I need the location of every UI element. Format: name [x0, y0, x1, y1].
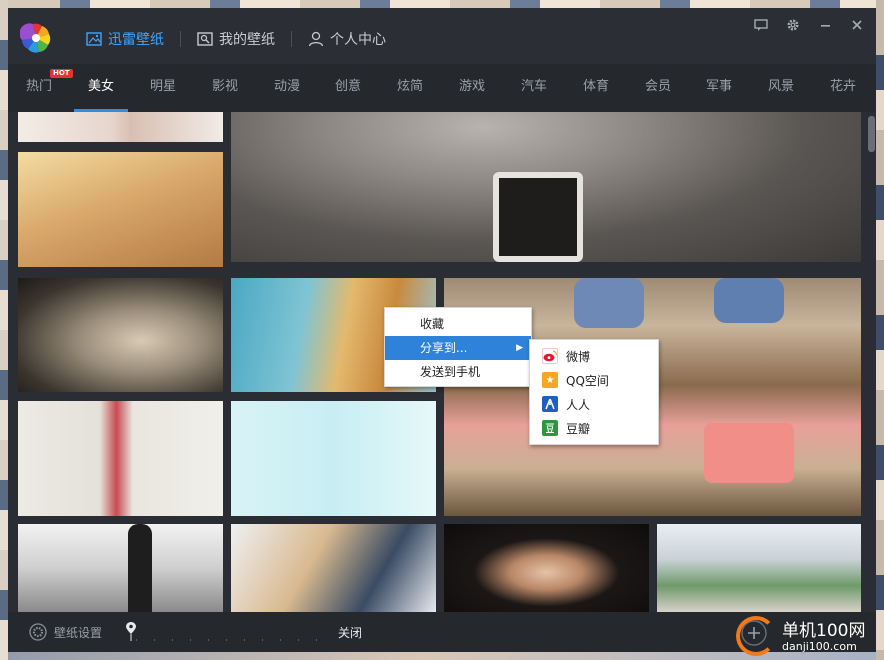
nav-personal-center[interactable]: 个人中心 [308, 29, 386, 49]
vase-shape [714, 278, 784, 323]
wallpaper-thumbnail-featured[interactable] [231, 112, 861, 262]
tab-label: 美女 [87, 79, 114, 94]
weibo-icon [542, 348, 558, 364]
nav-xunlei-wallpaper[interactable]: 迅雷壁纸 [86, 29, 164, 49]
wallpaper-thumbnail[interactable] [18, 524, 223, 612]
tab-minimal[interactable]: 炫简 [383, 64, 437, 112]
wallpaper-thumbnail[interactable] [18, 112, 223, 142]
minimize-icon[interactable] [816, 16, 834, 34]
image-icon [86, 32, 102, 46]
settings-gear-icon[interactable] [784, 16, 802, 34]
tab-label: 花卉 [829, 79, 856, 94]
feedback-icon[interactable] [752, 16, 770, 34]
share-renren-label: 人人 [566, 397, 591, 412]
tab-beauty[interactable]: 美女 [74, 64, 128, 112]
nav-divider [180, 31, 181, 47]
share-weibo-label: 微博 [566, 349, 591, 364]
site-watermark: 单机100网 danji100.com [736, 614, 882, 660]
vase-shape [574, 278, 644, 328]
tab-creative[interactable]: 创意 [321, 64, 375, 112]
user-icon [308, 31, 324, 47]
share-douban[interactable]: 豆瓣 [530, 416, 658, 440]
watermark-url: danji100.com [782, 640, 857, 653]
qzone-icon: ★ [542, 372, 558, 388]
close-slideshow-link[interactable]: 关闭 [338, 624, 362, 641]
my-wallpaper-icon [197, 32, 213, 46]
main-nav: 迅雷壁纸 我的壁纸 个人中心 [86, 28, 386, 50]
figure-shape [128, 524, 152, 612]
close-icon[interactable] [848, 16, 866, 34]
wallpaper-thumbnail[interactable] [231, 401, 436, 516]
tab-military[interactable]: 军事 [692, 64, 746, 112]
app-window: 迅雷壁纸 我的壁纸 个人中心 热门 HOT 美女 明星 影视 动漫 创意 炫简 … [8, 8, 876, 652]
tab-label: 炫简 [396, 79, 423, 94]
share-qzone[interactable]: ★ QQ空间 [530, 368, 658, 392]
tab-flowers[interactable]: 花卉 [816, 64, 870, 112]
tab-anime[interactable]: 动漫 [260, 64, 314, 112]
window-controls [752, 16, 866, 34]
tab-label: 风景 [767, 79, 794, 94]
hot-badge: HOT [50, 69, 73, 78]
menu-item-share-label: 分享到... [420, 341, 468, 355]
tab-label: 明星 [149, 79, 176, 94]
nav-my-wallpaper[interactable]: 我的壁纸 [197, 29, 275, 49]
tab-stars[interactable]: 明星 [136, 64, 190, 112]
scrollbar-thumb[interactable] [868, 116, 875, 152]
interval-slider[interactable] [126, 620, 336, 644]
tab-label: 影视 [211, 79, 238, 94]
camera-shape [493, 172, 583, 262]
tab-label: 汽车 [520, 79, 547, 94]
renren-icon [542, 396, 558, 412]
wallpaper-thumbnail[interactable] [444, 524, 649, 612]
wallpaper-thumbnail[interactable] [231, 524, 436, 612]
tab-hot[interactable]: 热门 HOT [12, 64, 73, 112]
douban-icon [542, 420, 558, 436]
tab-members[interactable]: 会员 [631, 64, 685, 112]
desktop-background-left [0, 0, 8, 660]
tab-scenery[interactable]: 风景 [754, 64, 808, 112]
submenu-arrow-icon: ▶ [516, 343, 523, 353]
share-douban-label: 豆瓣 [566, 421, 591, 436]
nav-label: 个人中心 [330, 32, 386, 48]
desktop-background-right [876, 0, 884, 660]
tab-movies[interactable]: 影视 [198, 64, 252, 112]
settings-gear-icon [29, 623, 47, 641]
context-menu: 收藏 分享到... ▶ 发送到手机 [384, 307, 532, 387]
tab-label: 动漫 [273, 79, 300, 94]
wallpaper-settings-button[interactable]: 壁纸设置 [28, 622, 102, 642]
tab-label: 军事 [705, 79, 732, 94]
menu-item-share[interactable]: 分享到... ▶ [385, 336, 531, 360]
tab-sports[interactable]: 体育 [569, 64, 623, 112]
share-qzone-label: QQ空间 [566, 373, 609, 388]
tab-label: 游戏 [458, 79, 485, 94]
category-tabs: 热门 HOT 美女 明星 影视 动漫 创意 炫简 游戏 汽车 体育 会员 军事 … [8, 64, 876, 112]
wallpaper-thumbnail[interactable] [657, 524, 861, 612]
menu-item-send-to-phone[interactable]: 发送到手机 [385, 360, 531, 384]
nav-divider [291, 31, 292, 47]
nav-label: 我的壁纸 [219, 32, 275, 48]
tab-label: 热门 [25, 79, 52, 94]
wallpaper-thumbnail[interactable] [18, 152, 223, 267]
desktop-background [0, 0, 884, 8]
scrollbar-track[interactable] [866, 112, 876, 612]
title-bar: 迅雷壁纸 我的壁纸 个人中心 [8, 8, 876, 64]
share-submenu: 微博 ★ QQ空间 人人 豆瓣 [529, 339, 659, 445]
dress-shape [704, 423, 794, 483]
wallpaper-settings-label: 壁纸设置 [54, 625, 103, 640]
app-logo-icon [20, 23, 51, 53]
tab-label: 体育 [582, 79, 609, 94]
share-weibo[interactable]: 微博 [530, 344, 658, 368]
wallpaper-thumbnail[interactable] [18, 278, 223, 392]
share-renren[interactable]: 人人 [530, 392, 658, 416]
tab-label: 会员 [644, 79, 671, 94]
watermark-logo-icon [736, 616, 776, 656]
watermark-title: 单机100网 [782, 621, 866, 641]
menu-item-favorite[interactable]: 收藏 [385, 312, 531, 336]
tab-games[interactable]: 游戏 [445, 64, 499, 112]
tab-label: 创意 [334, 79, 361, 94]
nav-label: 迅雷壁纸 [108, 32, 164, 48]
wallpaper-thumbnail[interactable] [18, 401, 223, 516]
tab-cars[interactable]: 汽车 [507, 64, 561, 112]
